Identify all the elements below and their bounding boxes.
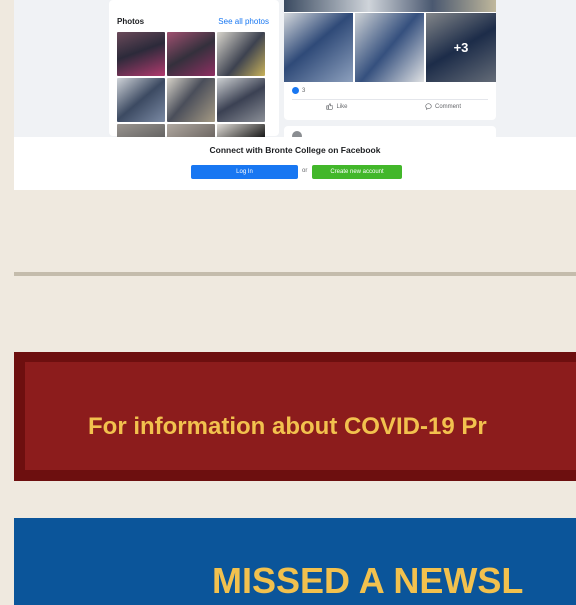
like-button[interactable]: Like: [284, 103, 390, 110]
comment-icon: [425, 103, 432, 110]
photos-card: Photos See all photos: [109, 0, 279, 168]
post-photo-more[interactable]: +3: [426, 13, 496, 82]
photo-thumbnail[interactable]: [217, 78, 265, 122]
post-photo[interactable]: [284, 0, 496, 12]
photo-thumbnail[interactable]: [117, 78, 165, 122]
post-divider: [292, 99, 488, 100]
comment-button[interactable]: Comment: [390, 103, 496, 110]
facebook-post: +3 3 Like Comment: [284, 0, 496, 120]
photo-thumbnail[interactable]: [167, 78, 215, 122]
photos-title: Photos: [117, 17, 145, 26]
like-reaction-icon: [292, 87, 299, 94]
post-photo-collage: +3: [284, 0, 496, 82]
post-photo[interactable]: [284, 13, 353, 82]
newsletter-banner-text: MISSED A NEWSL: [212, 560, 524, 601]
photos-header: Photos See all photos: [117, 17, 269, 26]
or-label: or: [302, 168, 308, 174]
covid-banner-inner: For information about COVID-19 Pr: [25, 362, 576, 470]
photo-thumbnail[interactable]: [217, 32, 265, 76]
more-photos-count: +3: [426, 13, 496, 82]
post-actions: Like Comment: [284, 103, 496, 110]
comment-label: Comment: [434, 103, 461, 110]
create-account-button[interactable]: Create new account: [312, 165, 402, 179]
facebook-page-embed: Photos See all photos +3 3 Like Comment …: [14, 0, 576, 190]
section-divider: [14, 272, 576, 276]
log-in-button[interactable]: Log In: [191, 165, 298, 179]
connect-bar: Connect with Bronte College on Facebook …: [14, 137, 576, 190]
newsletter-banner[interactable]: MISSED A NEWSL: [14, 518, 576, 605]
like-label: Like: [336, 103, 348, 110]
covid-banner-text: For information about COVID-19 Pr: [88, 413, 487, 440]
photo-thumbnail[interactable]: [117, 32, 165, 76]
reaction-count: 3: [302, 87, 306, 94]
post-photo[interactable]: [355, 13, 424, 82]
connect-prompt: Connect with Bronte College on Facebook: [209, 145, 381, 155]
photo-thumbnail[interactable]: [167, 32, 215, 76]
reactions-summary[interactable]: 3: [292, 87, 305, 94]
covid-banner[interactable]: For information about COVID-19 Pr: [14, 352, 576, 481]
thumbs-up-icon: [326, 103, 334, 110]
see-all-photos-link[interactable]: See all photos: [218, 17, 269, 26]
